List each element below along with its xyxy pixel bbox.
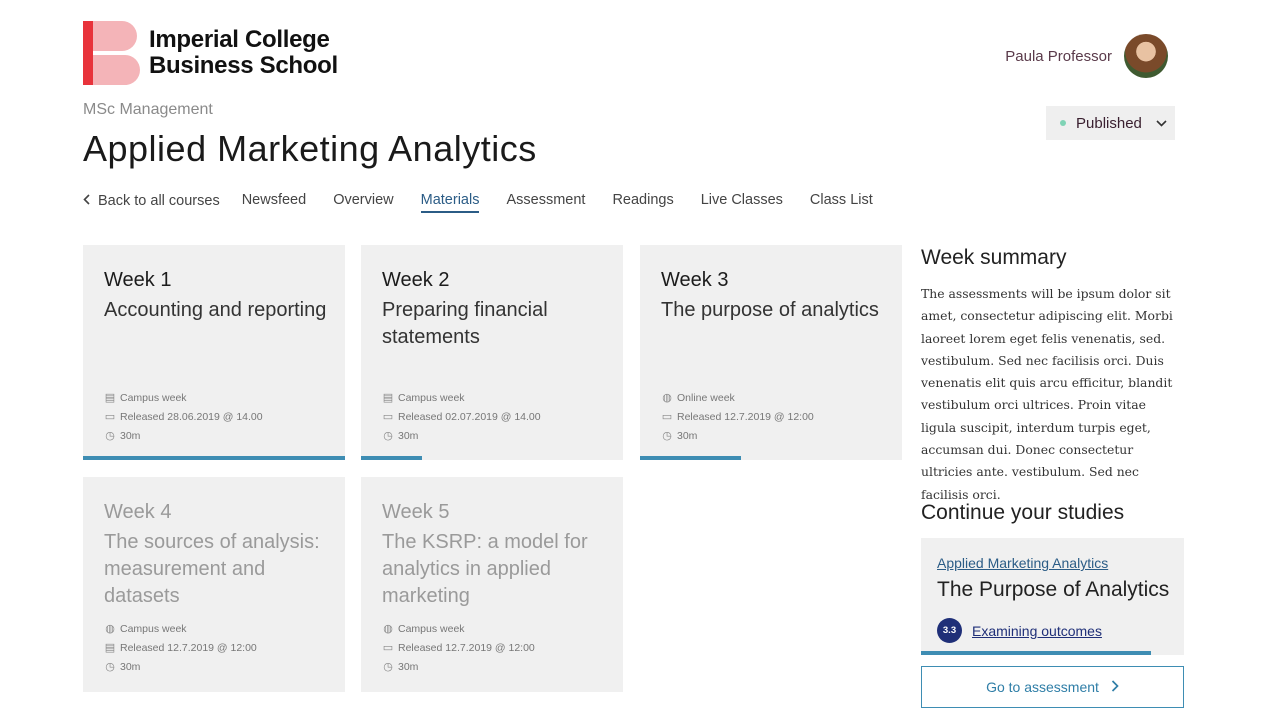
week-title: The purpose of analytics — [661, 299, 879, 321]
week-duration: ◷ 30m — [383, 429, 419, 443]
continue-heading: Continue your studies — [921, 501, 1125, 524]
logo-line-1: Imperial College — [149, 26, 330, 53]
clock-icon: ◷ — [105, 661, 115, 673]
calendar-icon: ▭ — [382, 642, 394, 654]
week-progress-bar — [640, 456, 741, 460]
chevron-left-icon — [83, 192, 90, 208]
week-type: ◍ Online week — [662, 391, 735, 405]
tab-live-classes[interactable]: Live Classes — [701, 192, 783, 213]
week-title: The sources of analysis: measurement and… — [104, 531, 320, 607]
continue-card: Applied Marketing Analytics The Purpose … — [921, 538, 1184, 655]
page-title: Applied Marketing Analytics — [83, 128, 537, 169]
chevron-right-icon — [1111, 679, 1119, 695]
program-label: MSc Management — [83, 101, 213, 118]
tab-assessment[interactable]: Assessment — [506, 192, 585, 213]
chevron-down-icon — [1156, 116, 1167, 130]
clock-icon: ◷ — [383, 661, 393, 673]
week-type: ▤ Campus week — [104, 391, 187, 405]
week-summary-heading: Week summary — [921, 246, 1067, 269]
go-to-assessment-button[interactable]: Go to assessment — [921, 666, 1184, 708]
clock-icon: ◷ — [383, 430, 393, 442]
week-card[interactable]: Week 5 The KSRP: a model for analytics i… — [361, 477, 623, 692]
week-title: Accounting and reporting — [104, 299, 327, 321]
week-card[interactable]: Week 3 The purpose of analytics ◍ Online … — [640, 245, 902, 460]
tab-newsfeed[interactable]: Newsfeed — [242, 192, 306, 213]
week-summary-text: The assessments will be ipsum dolor sit … — [921, 286, 1173, 502]
week-released: ▭ Released 12.7.2019 @ 12:00 — [661, 410, 814, 424]
tab-overview[interactable]: Overview — [333, 192, 393, 213]
week-number: Week 5 — [382, 501, 450, 523]
go-button-label: Go to assessment — [986, 679, 1099, 695]
week-progress-bar — [83, 456, 345, 460]
tab-readings[interactable]: Readings — [612, 192, 673, 213]
calendar-icon: ▭ — [661, 411, 673, 423]
building-icon: ▤ — [382, 392, 394, 404]
status-dot-icon — [1060, 120, 1066, 126]
continue-course-link[interactable]: Applied Marketing Analytics — [937, 555, 1108, 571]
week-type: ◍ Campus week — [383, 622, 465, 636]
user-menu[interactable]: Paula Professor — [1005, 34, 1168, 78]
building-icon: ▤ — [104, 392, 116, 404]
week-title: The KSRP: a model for analytics in appli… — [382, 531, 588, 607]
globe-icon: ◍ — [105, 623, 115, 635]
week-number: Week 4 — [104, 501, 172, 523]
week-number: Week 1 — [104, 269, 172, 291]
continue-section-link[interactable]: Examining outcomes — [972, 623, 1102, 639]
tab-class-list[interactable]: Class List — [810, 192, 873, 213]
logo-text: Imperial College Business School — [149, 27, 338, 79]
status-label: Published — [1076, 114, 1142, 132]
globe-icon: ◍ — [662, 392, 672, 404]
school-logo[interactable]: Imperial College Business School — [83, 20, 343, 86]
week-card[interactable]: Week 1 Accounting and reporting ▤ Campus … — [83, 245, 345, 460]
week-duration: ◷ 30m — [105, 660, 141, 674]
logo-mark-icon — [83, 21, 140, 85]
week-duration: ◷ 30m — [105, 429, 141, 443]
continue-progress-bar — [921, 651, 1151, 655]
status-dropdown[interactable]: Published — [1046, 106, 1175, 140]
week-type: ▤ Campus week — [382, 391, 465, 405]
week-number: Week 2 — [382, 269, 450, 291]
week-card[interactable]: Week 4 The sources of analysis: measurem… — [83, 477, 345, 692]
user-avatar[interactable] — [1124, 34, 1168, 78]
logo-line-2: Business School — [149, 52, 338, 79]
week-released: ▤ Released 12.7.2019 @ 12:00 — [104, 641, 257, 655]
week-duration: ◷ 30m — [383, 660, 419, 674]
week-released: ▭ Released 28.06.2019 @ 14.00 — [104, 410, 263, 424]
week-released: ▭ Released 02.07.2019 @ 14.00 — [382, 410, 541, 424]
week-duration: ◷ 30m — [662, 429, 698, 443]
week-number: Week 3 — [661, 269, 729, 291]
week-title: Preparing financial statements — [382, 299, 548, 348]
tab-materials[interactable]: Materials — [420, 192, 480, 213]
week-type: ◍ Campus week — [105, 622, 187, 636]
calendar-icon: ▭ — [382, 411, 394, 423]
week-progress-bar — [361, 456, 422, 460]
section-number-badge: 3.3 — [937, 618, 962, 643]
user-name: Paula Professor — [1005, 47, 1112, 65]
globe-icon: ◍ — [383, 623, 393, 635]
continue-title: The Purpose of Analytics — [937, 578, 1170, 601]
back-label: Back to all courses — [98, 192, 220, 209]
clock-icon: ◷ — [662, 430, 672, 442]
course-nav: Back to all courses Newsfeed Overview Ma… — [83, 190, 900, 213]
clock-icon: ◷ — [105, 430, 115, 442]
calendar-icon: ▭ — [104, 411, 116, 423]
week-released: ▭ Released 12.7.2019 @ 12:00 — [382, 641, 535, 655]
building-icon: ▤ — [104, 642, 116, 654]
back-to-courses-link[interactable]: Back to all courses — [83, 193, 220, 209]
week-card[interactable]: Week 2 Preparing financial statements ▤ C… — [361, 245, 623, 460]
